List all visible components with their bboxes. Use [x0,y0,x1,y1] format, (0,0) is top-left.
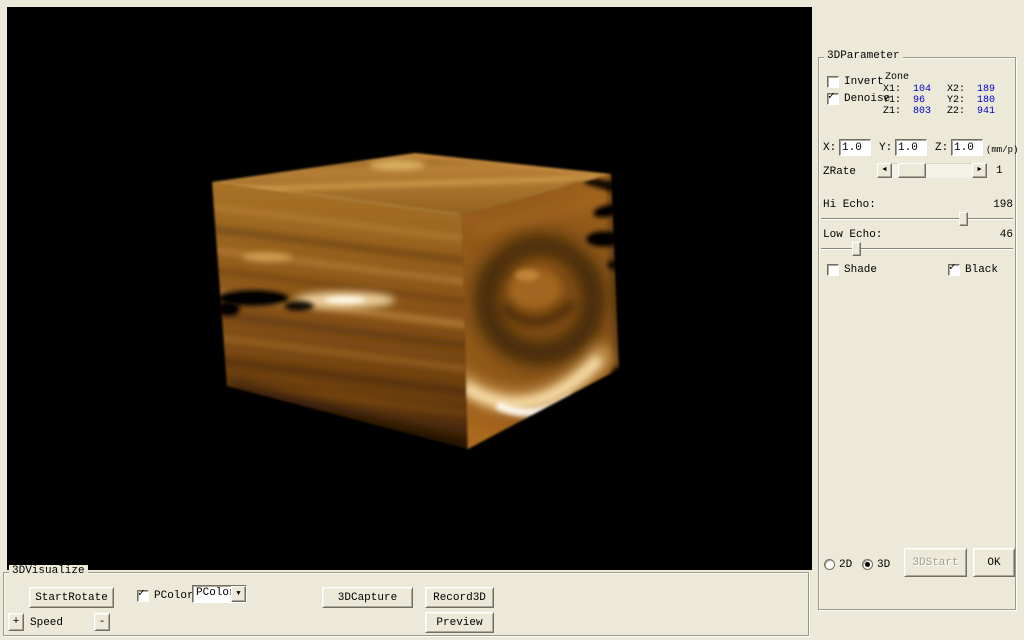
speed-label: Speed [30,617,63,629]
zrate-scroll-right-button[interactable]: ► [972,163,987,178]
start3d-button[interactable]: 3DStart [904,548,967,577]
scale-z-input[interactable] [951,139,983,156]
low-echo-slider-thumb[interactable] [852,242,861,256]
radio-dot [865,562,870,567]
low-echo-value: 46 [991,229,1013,241]
parameter-group-title: 3DParameter [824,50,903,63]
ok-button[interactable]: OK [973,548,1015,577]
hi-echo-slider-track[interactable] [821,218,1013,220]
mode-2d-label: 2D [839,559,852,571]
visualize-group: 3DVisualize StartRotate ✓ PColor PColor … [3,572,809,636]
check-icon: ✓ [949,262,956,274]
low-echo-label: Low Echo: [823,229,882,241]
zrate-scroll-left-button[interactable]: ◄ [877,163,892,178]
start-rotate-button[interactable]: StartRotate [29,587,114,608]
arrow-right-icon: ► [977,166,981,174]
parameter-group: 3DParameter Invert ✓ Denoise Zone X1: 10… [818,57,1016,610]
record3d-button[interactable]: Record3D [425,587,494,608]
shade-label: Shade [844,264,877,276]
z1-label: Z1: [883,106,901,118]
dropdown-button[interactable]: ▼ [231,586,246,602]
mode-3d-radio[interactable] [862,559,873,570]
scale-x-label: X: [823,142,836,154]
zrate-label: ZRate [823,166,856,178]
mode-2d-radio[interactable] [824,559,835,570]
low-echo-slider-track[interactable] [821,248,1013,250]
hi-echo-label: Hi Echo: [823,199,876,211]
check-icon: ✓ [828,91,835,103]
pcolor-dropdown[interactable]: PColor ▼ [192,585,247,603]
z2-value: 941 [977,106,995,118]
hi-echo-slider-thumb[interactable] [959,212,968,226]
pcolor-dropdown-value: PColor [196,587,236,599]
volume-render [7,7,812,570]
invert-label: Invert [844,76,884,88]
mode-3d-label: 3D [877,559,890,571]
black-checkbox[interactable]: ✓ [948,264,960,276]
speed-plus-button[interactable]: + [8,613,24,631]
black-label: Black [965,264,998,276]
shade-checkbox[interactable] [827,264,839,276]
preview-button[interactable]: Preview [425,612,494,633]
hi-echo-value: 198 [991,199,1013,211]
chevron-down-icon: ▼ [236,590,240,598]
invert-checkbox[interactable] [827,76,839,88]
check-icon: ✓ [138,588,145,600]
app-window: 3DParameter Invert ✓ Denoise Zone X1: 10… [0,0,1024,640]
denoise-checkbox[interactable]: ✓ [827,93,839,105]
zone-title: Zone [885,72,909,84]
arrow-left-icon: ◄ [882,166,886,174]
scale-z-label: Z: [935,142,948,154]
pcolor-checkbox[interactable]: ✓ [137,590,149,602]
scale-x-input[interactable] [839,139,871,156]
capture3d-button[interactable]: 3DCapture [322,587,413,608]
render-viewport[interactable] [7,7,812,570]
zrate-scroll-thumb[interactable] [898,163,926,178]
z2-label: Z2: [947,106,965,118]
pcolor-checkbox-label: PColor [154,590,194,602]
scale-y-label: Y: [879,142,892,154]
speed-minus-button[interactable]: - [94,613,110,631]
z1-value: 803 [913,106,931,118]
scale-y-input[interactable] [895,139,927,156]
scale-unit-label: (mm/p) [986,144,1018,156]
visualize-group-title: 3DVisualize [9,565,88,578]
zrate-value: 1 [996,165,1003,177]
